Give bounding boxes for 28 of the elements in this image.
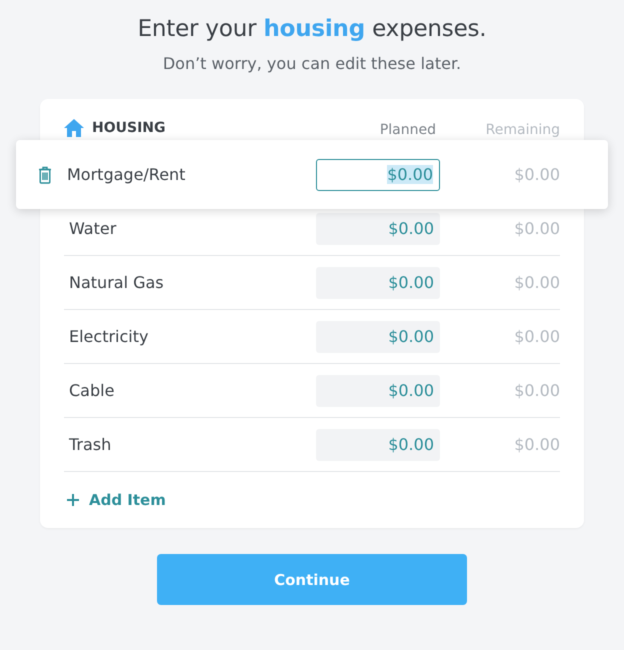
remaining-amount: $0.00 (513, 327, 560, 346)
item-name: Electricity (68, 327, 150, 346)
plus-icon (67, 494, 79, 506)
remaining-amount: $0.00 (513, 165, 560, 184)
amount-field[interactable]: $0.00 (316, 320, 440, 352)
amount-field[interactable]: $0.00 (316, 158, 440, 190)
remaining-amount: $0.00 (513, 273, 560, 292)
add-item-link[interactable]: Add Item (64, 472, 560, 528)
remaining-amount: $0.00 (513, 381, 560, 400)
continue-button[interactable]: Continue (157, 554, 467, 605)
item-name: Water (68, 219, 118, 238)
category-title: HOUSING (92, 120, 166, 136)
column-header: Remaining (484, 122, 560, 140)
amount-field[interactable]: $0.00 (316, 428, 440, 460)
column-header: Planned (378, 122, 437, 140)
amount-field[interactable]: $0.00 (316, 374, 440, 406)
amount-field[interactable]: $0.00 (316, 266, 440, 298)
remaining-amount: $0.00 (513, 435, 560, 454)
item-name: Mortgage/Rent (66, 165, 186, 184)
page-subheading: Don’t worry, you can edit these later. (162, 54, 462, 73)
page-heading: Enter your housing expenses. (138, 16, 486, 42)
remaining-amount: $0.00 (513, 219, 560, 238)
item-name: Trash (68, 435, 112, 454)
amount-field[interactable]: $0.00 (316, 212, 440, 244)
item-name: Natural Gas (68, 273, 165, 292)
item-name: Cable (68, 381, 116, 400)
trash-icon[interactable] (38, 166, 52, 184)
house-icon (64, 118, 84, 138)
